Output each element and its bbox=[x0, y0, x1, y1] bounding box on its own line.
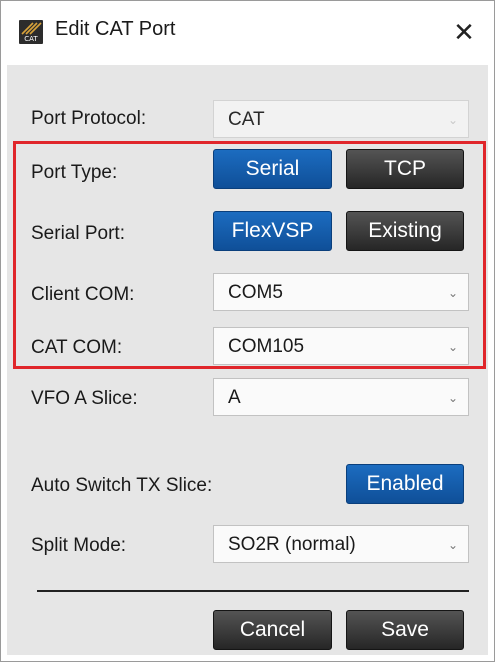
split-mode-value: SO2R (normal) bbox=[228, 534, 356, 555]
close-button[interactable]: ✕ bbox=[449, 15, 479, 49]
title-bar[interactable]: CAT Edit CAT Port ✕ bbox=[1, 1, 494, 65]
split-mode-label: Split Mode: bbox=[31, 535, 127, 556]
highlight-box bbox=[13, 141, 486, 369]
window-title: Edit CAT Port bbox=[55, 18, 176, 40]
footer-divider bbox=[37, 590, 469, 592]
port-protocol-label: Port Protocol: bbox=[31, 108, 147, 129]
port-protocol-select: CAT ⌄ bbox=[213, 100, 469, 138]
chevron-down-icon: ⌄ bbox=[447, 538, 458, 552]
save-button[interactable]: Save bbox=[346, 610, 464, 650]
cancel-button[interactable]: Cancel bbox=[213, 610, 332, 650]
app-icon-label: CAT bbox=[24, 35, 38, 43]
split-mode-select[interactable]: SO2R (normal) ⌄ bbox=[213, 525, 469, 563]
auto-switch-tx-slice-label: Auto Switch TX Slice: bbox=[31, 475, 213, 496]
cat-app-icon: CAT bbox=[19, 20, 43, 44]
edit-cat-port-dialog: CAT Edit CAT Port ✕ Port Protocol: CAT ⌄… bbox=[0, 0, 495, 662]
vfo-a-slice-value: A bbox=[228, 387, 241, 408]
chevron-down-icon: ⌄ bbox=[447, 391, 458, 405]
auto-switch-tx-slice-toggle[interactable]: Enabled bbox=[346, 464, 464, 504]
port-protocol-value: CAT bbox=[228, 109, 265, 130]
chevron-down-icon: ⌄ bbox=[447, 113, 458, 127]
vfo-a-slice-label: VFO A Slice: bbox=[31, 388, 138, 409]
close-icon: ✕ bbox=[453, 17, 475, 47]
vfo-a-slice-select[interactable]: A ⌄ bbox=[213, 378, 469, 416]
